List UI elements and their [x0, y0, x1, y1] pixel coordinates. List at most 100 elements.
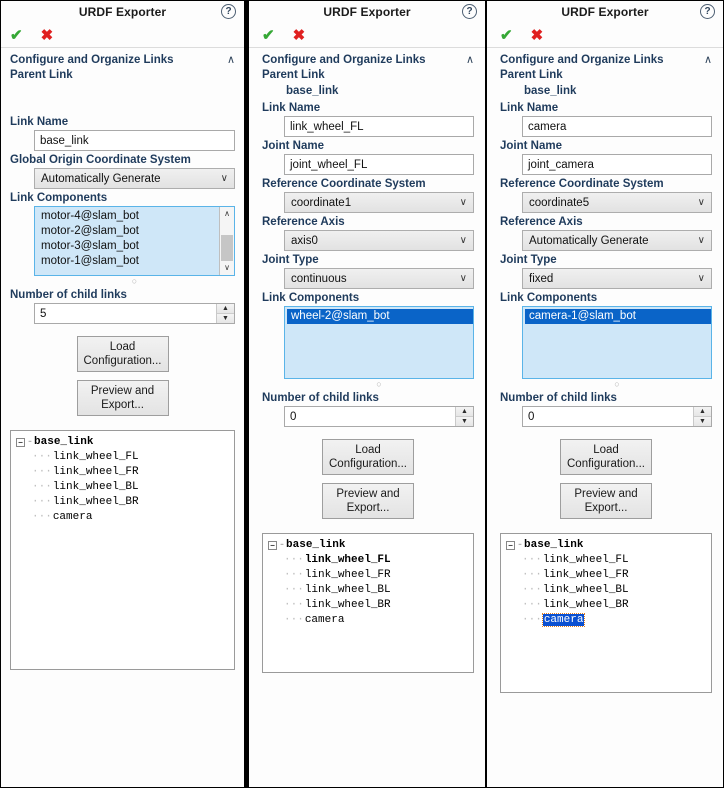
tree-item[interactable]: ···link_wheel_BR [506, 598, 708, 613]
label-link-components: Link Components [500, 292, 598, 304]
link-name-input[interactable]: base_link [34, 130, 235, 151]
list-item[interactable]: motor-1@slam_bot [39, 254, 234, 269]
stepper-up-icon[interactable]: ▲ [456, 407, 473, 417]
reference-axis-select[interactable]: axis0 ∨ [284, 230, 474, 251]
tree-item[interactable]: ···link_wheel_FR [506, 568, 708, 583]
tree-item[interactable]: ···camera [16, 510, 231, 525]
preview-and-export-button[interactable]: Preview and Export... [322, 483, 414, 519]
stepper-up-icon[interactable]: ▲ [694, 407, 711, 417]
label-joint-type: Joint Type [262, 254, 319, 266]
tree-item-label: link_wheel_FL [52, 451, 139, 463]
urdf-exporter-panel-base-link: URDF Exporter ? ✔ ✖ Configure and Organi… [0, 0, 245, 788]
help-circle-icon[interactable]: ? [700, 4, 715, 19]
joint-name-input[interactable]: joint_camera [522, 154, 712, 175]
reference-axis-select[interactable]: Automatically Generate ∨ [522, 230, 712, 251]
tree-item[interactable]: ···link_wheel_FR [16, 465, 231, 480]
resize-grip-icon[interactable]: ○ [34, 277, 235, 286]
load-configuration-button[interactable]: Load Configuration... [76, 336, 169, 372]
urdf-exporter-panel-link-wheel-fl: URDF Exporter ? ✔ ✖ Configure and Organi… [248, 0, 486, 788]
load-configuration-button[interactable]: Load Configuration... [322, 439, 414, 475]
tree-item-label: link_wheel_FL [304, 554, 391, 566]
load-configuration-button[interactable]: Load Configuration... [560, 439, 652, 475]
child-links-value[interactable]: 0 [523, 407, 693, 426]
link-tree-view[interactable]: − - base_link ···link_wheel_FL ···link_whe… [262, 533, 474, 673]
tree-item[interactable]: ···camera [268, 613, 470, 628]
section-header-configure-links[interactable]: Configure and Organize Links ∧ [500, 54, 712, 66]
reference-coordinate-select[interactable]: coordinate5 ∨ [522, 192, 712, 213]
link-name-input[interactable]: link_wheel_FL [284, 116, 474, 137]
tree-item[interactable]: ···link_wheel_BR [16, 495, 231, 510]
tree-item[interactable]: ···link_wheel_FR [268, 568, 470, 583]
number-of-child-links-stepper[interactable]: 0 ▲ ▼ [284, 406, 474, 427]
link-name-input[interactable]: camera [522, 116, 712, 137]
link-components-listbox[interactable]: motor-4@slam_bot motor-2@slam_bot motor-… [34, 206, 235, 276]
chevron-up-icon[interactable]: ∧ [704, 54, 712, 66]
chevron-up-icon[interactable]: ∧ [466, 54, 474, 66]
link-tree-view[interactable]: − - base_link ···link_wheel_FL ···link_whe… [10, 430, 235, 670]
scroll-down-icon[interactable]: ∨ [220, 261, 234, 275]
joint-type-select[interactable]: fixed ∨ [522, 268, 712, 289]
urdf-exporter-screenshot: URDF Exporter ? ✔ ✖ Configure and Organi… [0, 0, 724, 788]
chevron-up-icon[interactable]: ∧ [227, 54, 235, 66]
accept-check-icon[interactable]: ✔ [500, 28, 513, 43]
tree-item[interactable]: ···link_wheel_BL [506, 583, 708, 598]
stepper-up-icon[interactable]: ▲ [217, 304, 234, 314]
list-item[interactable]: motor-3@slam_bot [39, 239, 234, 254]
tree-collapse-icon[interactable]: − [506, 541, 515, 550]
number-of-child-links-stepper[interactable]: 0 ▲ ▼ [522, 406, 712, 427]
preview-and-export-button[interactable]: Preview and Export... [560, 483, 652, 519]
link-components-listbox[interactable]: wheel-2@slam_bot [284, 306, 474, 379]
tree-root-node[interactable]: − - base_link [506, 538, 708, 553]
label-reference-axis: Reference Axis [500, 216, 583, 228]
tree-item[interactable]: ···link_wheel_BL [16, 480, 231, 495]
global-origin-coordinate-select[interactable]: Automatically Generate ∨ [34, 168, 235, 189]
action-row: ✔ ✖ [1, 23, 244, 48]
reference-coordinate-select[interactable]: coordinate1 ∨ [284, 192, 474, 213]
reference-axis-value: Automatically Generate [529, 234, 649, 247]
tree-item[interactable]: ···link_wheel_BR [268, 598, 470, 613]
joint-name-input[interactable]: joint_wheel_FL [284, 154, 474, 175]
tree-item[interactable]: ···link_wheel_FL [268, 553, 470, 568]
tree-item-label: link_wheel_FR [304, 569, 391, 581]
cancel-x-icon[interactable]: ✖ [531, 28, 544, 43]
number-of-child-links-stepper[interactable]: 5 ▲ ▼ [34, 303, 235, 324]
section-header-configure-links[interactable]: Configure and Organize Links ∧ [262, 54, 474, 66]
scrollbar-thumb[interactable] [221, 235, 233, 261]
stepper-down-icon[interactable]: ▼ [217, 314, 234, 323]
joint-type-select[interactable]: continuous ∨ [284, 268, 474, 289]
listbox-scrollbar[interactable]: ∧ ∨ [219, 207, 234, 275]
tree-root-node[interactable]: − - base_link [268, 538, 470, 553]
help-circle-icon[interactable]: ? [462, 4, 477, 19]
cancel-x-icon[interactable]: ✖ [293, 28, 306, 43]
label-parent-link: Parent Link [500, 69, 563, 81]
label-reference-coordinate-system: Reference Coordinate System [262, 178, 426, 190]
label-link-components: Link Components [262, 292, 360, 304]
list-item-selected[interactable]: wheel-2@slam_bot [287, 309, 473, 324]
tree-item[interactable]: ···link_wheel_BL [268, 583, 470, 598]
child-links-value[interactable]: 0 [285, 407, 455, 426]
tree-item-selected[interactable]: ··· camera [506, 613, 708, 628]
scroll-up-icon[interactable]: ∧ [220, 207, 234, 221]
section-header-configure-links[interactable]: Configure and Organize Links ∧ [10, 54, 235, 66]
tree-item[interactable]: ···link_wheel_FL [506, 553, 708, 568]
preview-and-export-button[interactable]: Preview and Export... [76, 380, 169, 416]
tree-item[interactable]: ···link_wheel_FL [16, 450, 231, 465]
tree-root-node[interactable]: − - base_link [16, 435, 231, 450]
accept-check-icon[interactable]: ✔ [10, 28, 23, 43]
accept-check-icon[interactable]: ✔ [262, 28, 275, 43]
tree-collapse-icon[interactable]: − [268, 541, 277, 550]
child-links-value[interactable]: 5 [35, 304, 216, 323]
link-components-listbox[interactable]: camera-1@slam_bot [522, 306, 712, 379]
stepper-down-icon[interactable]: ▼ [694, 417, 711, 426]
global-origin-coordinate-value: Automatically Generate [41, 172, 161, 185]
link-tree-view[interactable]: − - base_link ···link_wheel_FL ···link_whe… [500, 533, 712, 693]
tree-collapse-icon[interactable]: − [16, 438, 25, 447]
resize-grip-icon[interactable]: ○ [522, 380, 712, 389]
list-item-selected[interactable]: camera-1@slam_bot [525, 309, 711, 324]
list-item[interactable]: motor-2@slam_bot [39, 224, 234, 239]
help-circle-icon[interactable]: ? [221, 4, 236, 19]
list-item[interactable]: motor-4@slam_bot [39, 209, 234, 224]
stepper-down-icon[interactable]: ▼ [456, 417, 473, 426]
cancel-x-icon[interactable]: ✖ [41, 28, 54, 43]
resize-grip-icon[interactable]: ○ [284, 380, 474, 389]
